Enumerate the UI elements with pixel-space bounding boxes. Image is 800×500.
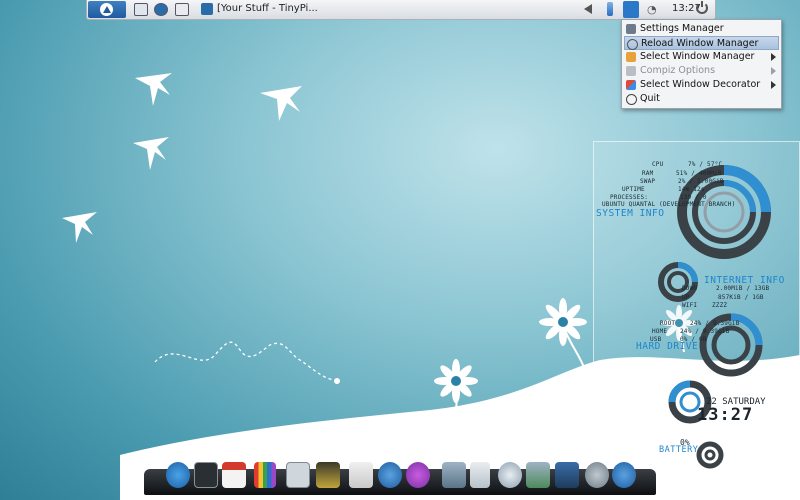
desktop-tool-icon[interactable] bbox=[623, 1, 639, 18]
uptime-value: 14m 12s bbox=[678, 186, 705, 193]
browser-icon[interactable] bbox=[154, 3, 168, 16]
root-value: 24% / 9.39GiB bbox=[690, 320, 740, 327]
menu-item-compiz-options: Compiz Options bbox=[624, 64, 779, 78]
root-label: ROOT bbox=[660, 320, 676, 327]
submenu-arrow-icon bbox=[771, 53, 776, 61]
window-manager-menu: Settings Manager Reload Window Manager S… bbox=[621, 19, 782, 109]
swap-label: SWAP bbox=[640, 178, 656, 185]
pencils-icon[interactable] bbox=[254, 462, 276, 488]
submenu-arrow-icon bbox=[771, 81, 776, 89]
window-manager-icon bbox=[626, 52, 636, 62]
clock-icon[interactable] bbox=[498, 462, 522, 488]
show-desktop-icon[interactable] bbox=[134, 3, 148, 16]
menu-item-label: Compiz Options bbox=[640, 65, 716, 76]
browser-icon[interactable] bbox=[378, 462, 402, 488]
menu-item-label: Reload Window Manager bbox=[641, 38, 759, 49]
ram-label: RAM bbox=[642, 170, 654, 177]
folder-icon[interactable] bbox=[442, 462, 466, 488]
os-version-label: UBUNTU QUANTAL (DEVELOPMENT BRANCH) bbox=[602, 201, 736, 208]
processes-value: 139 / 0 bbox=[680, 194, 707, 201]
wifi-label: WIFI bbox=[682, 302, 698, 309]
swap-value: 2% / 1.00GiB bbox=[678, 178, 724, 185]
cpu-label: CPU bbox=[652, 161, 664, 168]
terminal-icon[interactable] bbox=[194, 462, 218, 488]
notification-icon[interactable] bbox=[406, 462, 430, 488]
download-icon[interactable] bbox=[526, 462, 550, 488]
calendar-icon[interactable] bbox=[222, 462, 246, 488]
battery-label: BATTERY bbox=[659, 445, 699, 455]
wifi-value: ZZZZ bbox=[712, 302, 728, 309]
uptime-label: UPTIME bbox=[622, 186, 645, 193]
desktop: [Your Stuff - TinyPi... ◔ 13:27 Settings… bbox=[0, 0, 800, 500]
menu-item-label: Select Window Decorator bbox=[640, 79, 761, 90]
swallow-birds bbox=[62, 73, 302, 243]
menu-item-quit[interactable]: Quit bbox=[624, 92, 779, 106]
down-value: 2.00MiB / 13GB bbox=[716, 285, 770, 292]
submenu-arrow-icon bbox=[771, 67, 776, 75]
start-menu-button[interactable] bbox=[88, 1, 126, 18]
browser-window-icon bbox=[201, 3, 213, 15]
cpu-value: 7% / 57°C bbox=[688, 161, 723, 168]
image-editor-icon[interactable] bbox=[316, 462, 340, 488]
volume-icon[interactable] bbox=[584, 4, 592, 14]
start-menu-icon bbox=[100, 3, 113, 16]
reload-icon bbox=[627, 39, 638, 50]
processes-label: PROCESSES: bbox=[610, 194, 649, 201]
home-value: 24% / 9.39GiB bbox=[680, 328, 730, 335]
window-switch-icon[interactable] bbox=[175, 3, 189, 16]
taskbar-window-button[interactable]: [Your Stuff - TinyPi... bbox=[199, 1, 318, 18]
ram-value: 51% / 400MiB bbox=[676, 170, 722, 177]
taskbar-window-label: [Your Stuff - TinyPi... bbox=[217, 3, 318, 14]
menu-item-reload-window-manager[interactable]: Reload Window Manager bbox=[624, 36, 779, 50]
mail-icon[interactable] bbox=[349, 462, 373, 488]
menu-item-label: Settings Manager bbox=[640, 23, 724, 34]
up-value: 857KiB / 1GB bbox=[718, 294, 764, 301]
battery-icon[interactable] bbox=[607, 2, 613, 16]
hard-drive-title: HARD DRIVE bbox=[636, 341, 699, 352]
menu-item-select-window-decorator[interactable]: Select Window Decorator bbox=[624, 78, 779, 92]
power-icon[interactable] bbox=[696, 1, 708, 14]
menu-item-label: Quit bbox=[640, 93, 660, 104]
decorator-icon bbox=[626, 80, 636, 90]
system-info-title: SYSTEM INFO bbox=[596, 208, 665, 219]
accessibility-icon[interactable] bbox=[612, 462, 636, 488]
up-label: UP bbox=[682, 294, 690, 301]
home-label: HOME bbox=[652, 328, 668, 335]
quit-icon bbox=[626, 94, 637, 105]
down-label: DOWN bbox=[682, 285, 698, 292]
conky-time: 13:27 bbox=[697, 405, 754, 425]
menu-item-label: Select Window Manager bbox=[640, 51, 755, 62]
menu-item-select-window-manager[interactable]: Select Window Manager bbox=[624, 50, 779, 64]
monitor-icon[interactable] bbox=[555, 462, 579, 488]
menu-item-settings-manager[interactable]: Settings Manager bbox=[624, 22, 779, 36]
calculator-icon[interactable] bbox=[286, 462, 310, 488]
wifi-icon[interactable]: ◔ bbox=[647, 4, 657, 15]
files-icon[interactable] bbox=[470, 462, 490, 488]
refresh-icon[interactable] bbox=[585, 462, 609, 488]
compiz-icon bbox=[626, 66, 636, 76]
settings-icon bbox=[626, 24, 636, 34]
top-panel: [Your Stuff - TinyPi... ◔ 13:27 bbox=[86, 0, 716, 20]
launcher-icon[interactable] bbox=[166, 462, 190, 488]
